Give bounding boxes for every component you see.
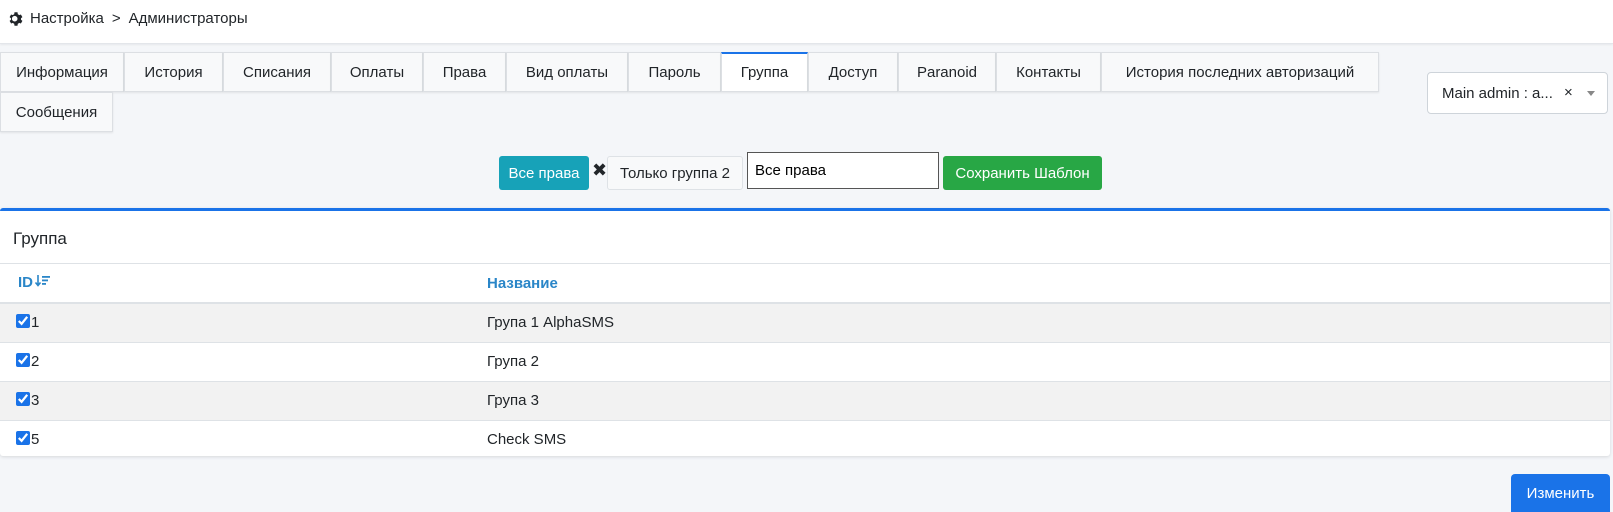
gear-icon	[8, 11, 24, 27]
row-id-cell: 2	[0, 342, 487, 381]
column-header-id-label: ID	[18, 273, 33, 291]
template-name-input[interactable]	[747, 152, 939, 189]
tab-history[interactable]: История	[124, 52, 223, 92]
row-name: Група 3	[487, 392, 539, 409]
row-id: 3	[31, 392, 40, 409]
row-name: Check SMS	[487, 431, 567, 449]
group-table: ID Название 1 Група 1 AlphaSMS 2 Група 2…	[0, 264, 1610, 459]
clear-selection-icon[interactable]: ×	[1564, 84, 1573, 101]
row-name: Група 2	[487, 353, 539, 370]
sort-desc-icon[interactable]	[34, 274, 51, 292]
tab-auth-history[interactable]: История последних авторизаций	[1101, 52, 1379, 92]
breadcrumb-separator: >	[111, 10, 121, 27]
row-id: 5	[31, 431, 40, 449]
tab-rights[interactable]: Права	[423, 52, 506, 92]
column-header-id[interactable]: ID	[0, 264, 487, 303]
row-id: 2	[31, 353, 40, 370]
tab-payments[interactable]: Оплаты	[331, 52, 423, 92]
tab-access[interactable]: Доступ	[808, 52, 898, 92]
tab-contacts[interactable]: Контакты	[996, 52, 1101, 92]
admin-select-value: Main admin : a...	[1442, 84, 1553, 102]
row-checkbox[interactable]	[16, 431, 30, 446]
chevron-down-icon[interactable]	[1587, 91, 1595, 96]
breadcrumb: Настройка > Администраторы	[8, 10, 248, 27]
remove-icon[interactable]: ✖	[592, 160, 607, 181]
tab-paranoid[interactable]: Paranoid	[898, 52, 996, 92]
all-rights-button[interactable]: Все права	[499, 156, 589, 190]
tab-info[interactable]: Информация	[0, 52, 124, 92]
table-row: 1 Група 1 AlphaSMS	[0, 303, 1610, 342]
tab-group[interactable]: Группа	[721, 52, 808, 92]
group-card: Группа ID Название 1 Група 1 AlphaSMS 2 …	[0, 208, 1610, 456]
row-name: Група 1 AlphaSMS	[487, 314, 614, 332]
tab-payment-type[interactable]: Вид оплаты	[506, 52, 628, 92]
save-template-button[interactable]: Сохранить Шаблон	[943, 156, 1102, 190]
table-row: 5 Check SMS	[0, 420, 1610, 459]
row-id-cell: 5	[0, 420, 487, 459]
tab-password[interactable]: Пароль	[628, 52, 721, 92]
top-bar: Настройка > Администраторы	[0, 0, 1613, 44]
table-header-row: ID Название	[0, 264, 1610, 303]
breadcrumb-current: Администраторы	[128, 10, 248, 27]
tab-messages[interactable]: Сообщения	[0, 92, 113, 132]
admin-select[interactable]: Main admin : a... ×	[1427, 72, 1608, 114]
only-group-button[interactable]: Только группа 2	[607, 156, 743, 190]
row-id-cell: 1	[0, 303, 487, 342]
row-checkbox[interactable]	[16, 353, 30, 367]
row-checkbox[interactable]	[16, 392, 30, 406]
row-id-cell: 3	[0, 381, 487, 420]
tab-write-offs[interactable]: Списания	[223, 52, 331, 92]
breadcrumb-root[interactable]: Настройка	[30, 10, 104, 27]
row-id: 1	[31, 314, 40, 332]
table-row: 2 Група 2	[0, 342, 1610, 381]
row-checkbox[interactable]	[16, 314, 30, 329]
table-row: 3 Група 3	[0, 381, 1610, 420]
card-title: Группа	[13, 229, 67, 248]
column-header-name[interactable]: Название	[487, 264, 1610, 303]
submit-change-button[interactable]: Изменить	[1511, 474, 1610, 512]
